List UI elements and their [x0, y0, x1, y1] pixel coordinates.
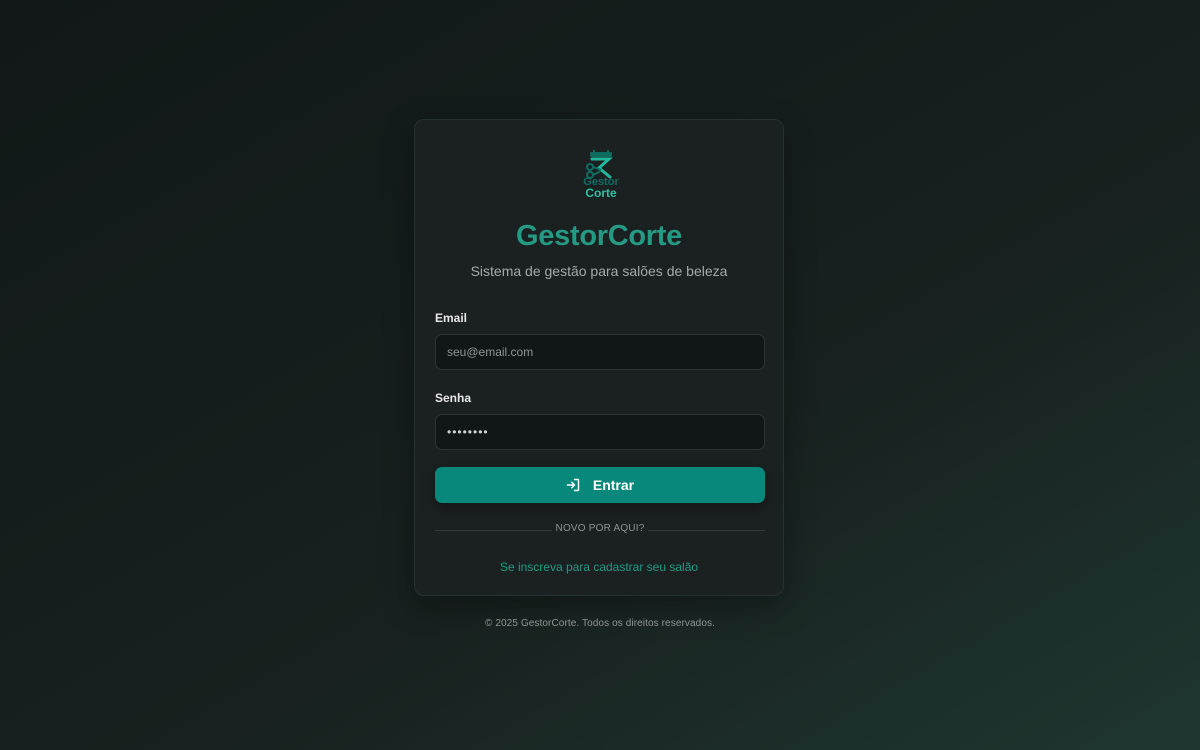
login-icon — [566, 478, 580, 492]
signup-link[interactable]: Se inscreva para cadastrar seu salão — [415, 560, 783, 574]
divider-line-right — [648, 530, 765, 531]
login-card: Gestor Corte GestorCorte Sistema de gest… — [414, 119, 784, 596]
brand-logo: Gestor Corte — [579, 150, 623, 200]
password-label: Senha — [435, 391, 472, 405]
app-subtitle: Sistema de gestão para salões de beleza — [470, 263, 728, 279]
app-title: GestorCorte — [516, 220, 682, 252]
signup-divider: NOVO POR AQUI? — [435, 523, 765, 537]
password-input[interactable] — [435, 414, 765, 450]
login-button-label: Entrar — [592, 477, 635, 493]
footer-copyright: © 2025 GestorCorte. Todos os direitos re… — [485, 618, 715, 629]
email-input[interactable] — [435, 334, 765, 370]
email-label: Email — [435, 311, 468, 325]
login-button[interactable]: Entrar — [435, 467, 765, 503]
divider-text: NOVO POR AQUI? — [555, 523, 645, 534]
logo-text-corte: Corte — [585, 186, 617, 200]
